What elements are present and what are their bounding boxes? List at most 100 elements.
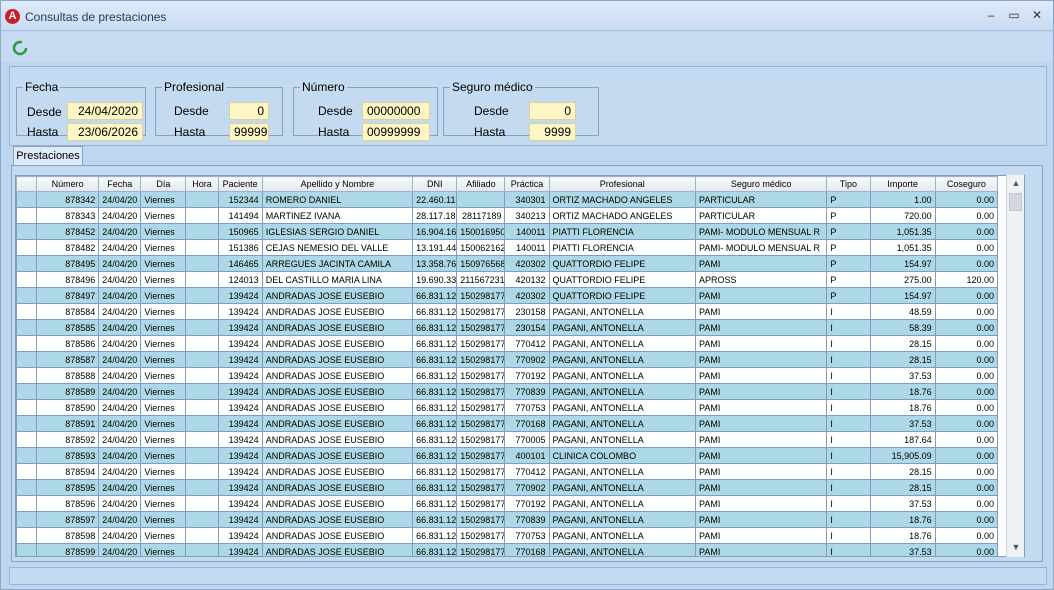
numero-hasta-input[interactable]: 00999999	[362, 123, 430, 141]
table-cell: 154.97	[869, 255, 936, 272]
minimize-button[interactable]: –	[981, 6, 1001, 24]
table-row[interactable]: 878496 24/04/20 Viernes 124013 DEL CASTILLO …	[16, 271, 999, 288]
table-cell: 0.00	[934, 447, 999, 464]
tab-prestaciones[interactable]: Prestaciones	[13, 146, 83, 166]
table-row[interactable]: 878586 24/04/20 Viernes 139424 ANDRADAS JOSE…	[16, 335, 999, 352]
table-row[interactable]: 878597 24/04/20 Viernes 139424 ANDRADAS JOSE…	[16, 511, 999, 528]
table-row[interactable]: 878584 24/04/20 Viernes 139424 ANDRADAS JOSE…	[16, 303, 999, 320]
refresh-icon[interactable]	[12, 40, 28, 56]
table-row[interactable]: 878482 24/04/20 Viernes 151386 CEJAS NEMESIO…	[16, 239, 999, 256]
profesional-desde-input[interactable]: 0	[229, 102, 269, 120]
table-cell: I	[826, 415, 871, 432]
column-header[interactable]: Profesional	[548, 176, 696, 192]
table-cell	[185, 463, 219, 480]
table-row[interactable]: 878495 24/04/20 Viernes 146465 ARREGUES JACI…	[16, 255, 999, 272]
maximize-button[interactable]: ▭	[1004, 6, 1024, 24]
fecha-desde-input[interactable]: 24/04/2020	[67, 102, 143, 120]
row-selector[interactable]	[16, 223, 38, 240]
table-row[interactable]: 878587 24/04/20 Viernes 139424 ANDRADAS JOSE…	[16, 351, 999, 368]
table-cell: 140011	[504, 239, 550, 256]
row-selector[interactable]	[16, 335, 38, 352]
table-row[interactable]: 878342 24/04/20 Viernes 152344 ROMERO DANIEL…	[16, 191, 999, 208]
column-header[interactable]	[16, 176, 38, 192]
column-header[interactable]: Tipo	[826, 176, 871, 192]
seguro-medico-legend: Seguro médico	[452, 80, 533, 94]
table-cell: PAGANI, ANTONELLA	[548, 319, 696, 336]
table-row[interactable]: 878589 24/04/20 Viernes 139424 ANDRADAS JOSE…	[16, 383, 999, 400]
seguro-desde-input[interactable]: 0	[529, 102, 576, 120]
row-selector[interactable]	[16, 511, 38, 528]
row-selector[interactable]	[16, 271, 38, 288]
table-row[interactable]: 878592 24/04/20 Viernes 139424 ANDRADAS JOSE…	[16, 431, 999, 448]
table-cell: 420302	[504, 287, 550, 304]
table-row[interactable]: 878599 24/04/20 Viernes 139424 ANDRADAS JOSE…	[16, 543, 999, 556]
table-cell: 0.00	[934, 207, 999, 224]
row-selector[interactable]	[16, 447, 38, 464]
row-selector[interactable]	[16, 543, 38, 556]
column-header[interactable]: Apellido y Nombre	[261, 176, 414, 192]
row-selector[interactable]	[16, 319, 38, 336]
column-header[interactable]: Fecha	[98, 176, 142, 192]
table-cell: I	[826, 335, 871, 352]
scroll-down-icon[interactable]: ▼	[1007, 539, 1025, 555]
table-row[interactable]: 878594 24/04/20 Viernes 139424 ANDRADAS JOSE…	[16, 463, 999, 480]
row-selector[interactable]	[16, 527, 38, 544]
row-selector[interactable]	[16, 191, 38, 208]
table-cell: 66.831.12	[412, 415, 458, 432]
row-selector[interactable]	[16, 415, 38, 432]
row-selector[interactable]	[16, 463, 38, 480]
scroll-thumb[interactable]	[1009, 193, 1022, 211]
row-selector[interactable]	[16, 495, 38, 512]
column-header[interactable]: Práctica	[504, 176, 550, 192]
column-header[interactable]: Hora	[185, 176, 219, 192]
table-cell: ANDRADAS JOSE EUSEBIO	[261, 399, 414, 416]
table-row[interactable]: 878343 24/04/20 Viernes 141494 MARTINEZ IVAN…	[16, 207, 999, 224]
column-header[interactable]: Importe	[869, 176, 936, 192]
table-row[interactable]: 878593 24/04/20 Viernes 139424 ANDRADAS JOSE…	[16, 447, 999, 464]
table-row[interactable]: 878497 24/04/20 Viernes 139424 ANDRADAS JOSE…	[16, 287, 999, 304]
row-selector[interactable]	[16, 351, 38, 368]
table-cell: 0.00	[934, 431, 999, 448]
table-cell: 24/04/20	[98, 367, 142, 384]
close-button[interactable]: ✕	[1027, 6, 1047, 24]
column-header[interactable]: Seguro médico	[694, 176, 828, 192]
table-row[interactable]: 878588 24/04/20 Viernes 139424 ANDRADAS JOSE…	[16, 367, 999, 384]
fecha-hasta-input[interactable]: 23/06/2026	[67, 123, 143, 141]
column-header[interactable]: Afiliado	[456, 176, 506, 192]
table-row[interactable]: 878595 24/04/20 Viernes 139424 ANDRADAS JOSE…	[16, 479, 999, 496]
scroll-up-icon[interactable]: ▲	[1007, 175, 1025, 191]
column-header[interactable]: DNI	[412, 176, 458, 192]
table-cell: 420302	[504, 255, 550, 272]
table-cell: 16.904.163	[412, 223, 458, 240]
table-cell: Viernes	[140, 479, 187, 496]
table-row[interactable]: 878598 24/04/20 Viernes 139424 ANDRADAS JOSE…	[16, 527, 999, 544]
row-selector[interactable]	[16, 383, 38, 400]
row-selector[interactable]	[16, 287, 38, 304]
column-header[interactable]: Día	[140, 176, 187, 192]
table-cell: Viernes	[140, 271, 187, 288]
seguro-hasta-input[interactable]: 9999	[529, 123, 576, 141]
table-row[interactable]: 878452 24/04/20 Viernes 150965 IGLESIAS SERG…	[16, 223, 999, 240]
table-cell: PAMI	[694, 319, 828, 336]
row-selector[interactable]	[16, 367, 38, 384]
profesional-hasta-input[interactable]: 99999	[229, 123, 269, 141]
column-header[interactable]: Paciente	[217, 176, 263, 192]
row-selector[interactable]	[16, 479, 38, 496]
table-cell: 878591	[36, 415, 100, 432]
table-row[interactable]: 878591 24/04/20 Viernes 139424 ANDRADAS JOSE…	[16, 415, 999, 432]
row-selector[interactable]	[16, 399, 38, 416]
table-cell: ANDRADAS JOSE EUSEBIO	[261, 431, 414, 448]
grid-scrollbar[interactable]: ▲ ▼	[1006, 175, 1024, 557]
row-selector[interactable]	[16, 239, 38, 256]
table-row[interactable]: 878585 24/04/20 Viernes 139424 ANDRADAS JOSE…	[16, 319, 999, 336]
numero-desde-input[interactable]: 00000000	[362, 102, 430, 120]
column-header[interactable]: Número	[36, 176, 100, 192]
table-cell: CLINICA COLOMBO	[548, 447, 696, 464]
row-selector[interactable]	[16, 207, 38, 224]
table-row[interactable]: 878596 24/04/20 Viernes 139424 ANDRADAS JOSE…	[16, 495, 999, 512]
row-selector[interactable]	[16, 303, 38, 320]
row-selector[interactable]	[16, 431, 38, 448]
table-row[interactable]: 878590 24/04/20 Viernes 139424 ANDRADAS JOSE…	[16, 399, 999, 416]
row-selector[interactable]	[16, 255, 38, 272]
column-header[interactable]: Coseguro	[934, 176, 999, 192]
